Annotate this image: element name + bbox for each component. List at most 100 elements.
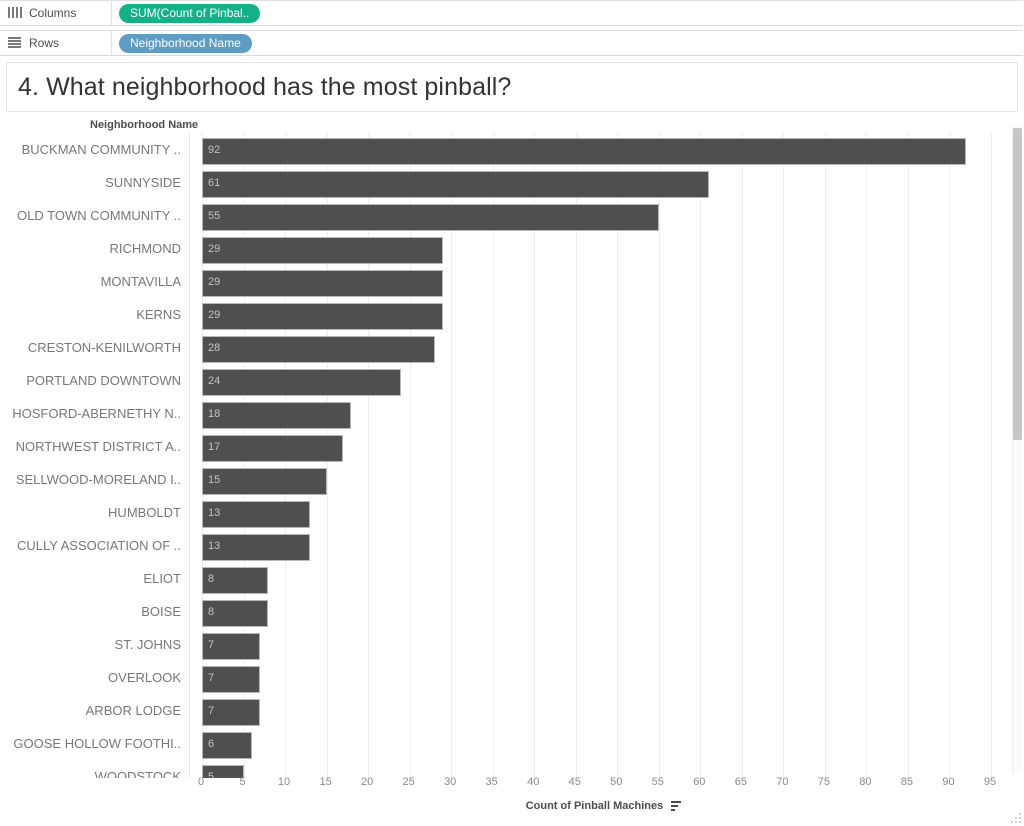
bar-row[interactable]: 15 bbox=[190, 465, 1018, 498]
bar[interactable]: 29 bbox=[202, 237, 443, 264]
x-axis-title[interactable]: Count of Pinball Machines bbox=[189, 800, 1018, 812]
row-header-label[interactable]: CRESTON-KENILWORTH bbox=[6, 340, 181, 355]
sort-descending-icon[interactable] bbox=[671, 801, 682, 812]
bar-value-label: 29 bbox=[208, 276, 221, 288]
row-header-label[interactable]: BUCKMAN COMMUNITY .. bbox=[6, 142, 181, 157]
bar-value-label: 13 bbox=[208, 507, 221, 519]
bar-row[interactable]: 17 bbox=[190, 432, 1018, 465]
bar-row[interactable]: 92 bbox=[190, 135, 1018, 168]
x-axis-tick-label: 35 bbox=[485, 776, 498, 788]
bar-value-label: 8 bbox=[208, 573, 215, 585]
row-header-label[interactable]: OVERLOOK bbox=[6, 670, 181, 685]
bar-row[interactable]: 55 bbox=[190, 201, 1018, 234]
row-header-label[interactable]: ARBOR LODGE bbox=[6, 703, 181, 718]
bar[interactable]: 29 bbox=[202, 303, 443, 330]
columns-shelf-label-box: Columns bbox=[0, 0, 112, 26]
bar-row[interactable]: 13 bbox=[190, 531, 1018, 564]
bar-value-label: 7 bbox=[208, 672, 215, 684]
bar-value-label: 61 bbox=[208, 177, 221, 189]
page-title: 4. What neighborhood has the most pinbal… bbox=[18, 72, 512, 101]
bar-value-label: 28 bbox=[208, 342, 221, 354]
row-header-label[interactable]: SUNNYSIDE bbox=[6, 175, 181, 190]
bar-row[interactable]: 7 bbox=[190, 663, 1018, 696]
bar[interactable]: 8 bbox=[202, 567, 269, 594]
bar[interactable]: 7 bbox=[202, 666, 261, 693]
row-header-label[interactable]: HUMBOLDT bbox=[6, 505, 181, 520]
row-header-label[interactable]: NORTHWEST DISTRICT A.. bbox=[6, 439, 181, 454]
x-axis-tick-label: 90 bbox=[942, 776, 955, 788]
bar[interactable]: 13 bbox=[202, 534, 310, 561]
x-axis-tick-label: 70 bbox=[776, 776, 789, 788]
rows-pill-neighborhood-name[interactable]: Neighborhood Name bbox=[119, 33, 252, 53]
row-header-label[interactable]: WOODSTOCK bbox=[6, 769, 181, 778]
row-header-label[interactable]: MONTAVILLA bbox=[6, 274, 181, 289]
bar-value-label: 8 bbox=[208, 606, 215, 618]
x-axis-tick-label: 15 bbox=[319, 776, 332, 788]
bar-value-label: 7 bbox=[208, 705, 215, 717]
bar-row[interactable]: 29 bbox=[190, 300, 1018, 333]
row-header-label[interactable]: BOISE bbox=[6, 604, 181, 619]
columns-pill-sum-count-of-pinball[interactable]: SUM(Count of Pinbal.. bbox=[119, 3, 261, 23]
bar[interactable]: 29 bbox=[202, 270, 443, 297]
row-header-label[interactable]: ST. JOHNS bbox=[6, 637, 181, 652]
bar[interactable]: 92 bbox=[202, 138, 967, 165]
bar[interactable]: 8 bbox=[202, 600, 269, 627]
row-header-label[interactable]: GOOSE HOLLOW FOOTHI.. bbox=[6, 736, 181, 751]
row-header-label[interactable]: ELIOT bbox=[6, 571, 181, 586]
bar-row[interactable]: 7 bbox=[190, 630, 1018, 663]
bar-row[interactable]: 28 bbox=[190, 333, 1018, 366]
bar[interactable]: 24 bbox=[202, 369, 402, 396]
row-header-label[interactable]: SELLWOOD-MORELAND I.. bbox=[6, 472, 181, 487]
row-header-label[interactable]: RICHMOND bbox=[6, 241, 182, 256]
bar-row[interactable]: 29 bbox=[190, 234, 1018, 267]
bar-row[interactable]: 13 bbox=[190, 498, 1018, 531]
worksheet-title-box[interactable]: 4. What neighborhood has the most pinbal… bbox=[6, 62, 1018, 112]
row-header-label[interactable]: PORTLAND DOWNTOWN bbox=[6, 373, 181, 388]
bar-value-label: 15 bbox=[208, 474, 221, 486]
resize-grip[interactable] bbox=[1010, 812, 1021, 823]
bar[interactable]: 13 bbox=[202, 501, 310, 528]
bar-row[interactable]: 61 bbox=[190, 168, 1018, 201]
row-header-label[interactable]: HOSFORD-ABERNETHY N.. bbox=[6, 406, 181, 421]
bar-row[interactable]: 29 bbox=[190, 267, 1018, 300]
x-axis[interactable]: 0 5 10 15 20 25 30 35 40 45 50 55 60 65 70 75 80 85 90 95 bbox=[189, 776, 1018, 798]
bar[interactable]: 61 bbox=[202, 171, 709, 198]
plot-area: BUCKMAN COMMUNITY .. SUNNYSIDE OLD TOWN CO… bbox=[6, 133, 1018, 778]
bar[interactable]: 55 bbox=[202, 204, 659, 231]
row-header-label[interactable]: CULLY ASSOCIATION OF .. bbox=[6, 538, 181, 553]
bar-value-label: 29 bbox=[208, 243, 221, 255]
row-header-label[interactable]: KERNS bbox=[6, 307, 181, 322]
bar[interactable]: 17 bbox=[202, 435, 344, 462]
bar[interactable]: 28 bbox=[202, 336, 435, 363]
bar[interactable]: 6 bbox=[202, 732, 252, 759]
bar-value-label: 92 bbox=[208, 144, 221, 156]
bar-row[interactable]: 8 bbox=[190, 564, 1018, 597]
bar-value-label: 29 bbox=[208, 309, 221, 321]
columns-shelf[interactable]: Columns SUM(Count of Pinbal.. bbox=[0, 0, 1024, 26]
x-axis-tick-label: 60 bbox=[693, 776, 706, 788]
rows-field-caption: Neighborhood Name bbox=[90, 119, 199, 131]
bar-row[interactable]: 7 bbox=[190, 696, 1018, 729]
bar-row[interactable]: 24 bbox=[190, 366, 1018, 399]
chart-pane: 92 61 55 29 29 29 28 24 18 17 15 13 13 8 8 7 7 7 6 5 bbox=[189, 133, 1018, 778]
row-header-column: BUCKMAN COMMUNITY .. SUNNYSIDE OLD TOWN CO… bbox=[6, 133, 189, 778]
bar-value-label: 7 bbox=[208, 639, 215, 651]
x-axis-tick-label: 40 bbox=[527, 776, 540, 788]
bar[interactable]: 18 bbox=[202, 402, 352, 429]
bar-row[interactable]: 6 bbox=[190, 729, 1018, 762]
x-axis-tick-label: 50 bbox=[610, 776, 623, 788]
bar-value-label: 24 bbox=[208, 375, 221, 387]
bar[interactable]: 15 bbox=[202, 468, 327, 495]
x-axis-title-label: Count of Pinball Machines bbox=[525, 800, 664, 813]
bar-row[interactable]: 18 bbox=[190, 399, 1018, 432]
bar[interactable]: 7 bbox=[202, 699, 261, 726]
bar[interactable]: 7 bbox=[202, 633, 261, 660]
row-header-label[interactable]: OLD TOWN COMMUNITY .. bbox=[6, 208, 181, 223]
bar-row[interactable]: 8 bbox=[190, 597, 1018, 630]
vertical-scrollbar[interactable] bbox=[1012, 126, 1022, 774]
rows-shelf[interactable]: Rows Neighborhood Name bbox=[0, 30, 1024, 56]
vertical-scrollbar-thumb[interactable] bbox=[1013, 128, 1022, 440]
x-axis-tick-label: 10 bbox=[277, 776, 291, 788]
x-axis-tick-label: 30 bbox=[444, 776, 457, 788]
x-axis-tick-label: 45 bbox=[568, 776, 581, 788]
